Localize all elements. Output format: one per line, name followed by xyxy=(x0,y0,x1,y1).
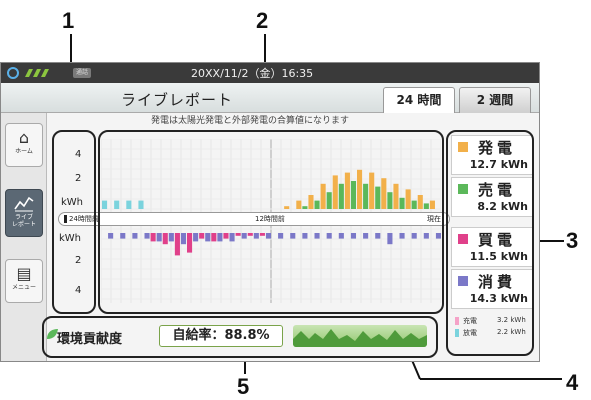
page-title: ライブレポート xyxy=(121,91,234,109)
chart-note: 発電は太陽光発電と外部発電の合算値になります xyxy=(151,116,350,126)
signal-icon xyxy=(7,67,49,79)
sidebar: ⌂ ホーム ライブ レポート ▤ メニュー xyxy=(1,113,47,361)
line-chart-icon xyxy=(6,194,42,214)
sidebar-item-label: ライブ レポート xyxy=(11,214,36,228)
home-icon: ⌂ xyxy=(18,128,30,147)
status-chip: 通話 xyxy=(73,68,91,78)
callout-ring-5 xyxy=(42,316,438,358)
status-bar: 通話 20XX/11/2（金）16:35 xyxy=(1,63,539,83)
sidebar-item-label: ホーム xyxy=(15,148,33,155)
callout-ring-3 xyxy=(446,130,534,356)
callout-ring-2 xyxy=(98,130,444,314)
status-datetime: 20XX/11/2（金）16:35 xyxy=(191,67,314,80)
sidebar-item-menu[interactable]: ▤ メニュー xyxy=(5,259,43,303)
tab-24-hours[interactable]: 24 時間 xyxy=(383,87,455,113)
callout-5: 5 xyxy=(237,374,250,399)
callout-ring-1 xyxy=(52,130,96,314)
callout-2: 2 xyxy=(256,8,269,33)
sidebar-item-live-report[interactable]: ライブ レポート xyxy=(5,189,43,237)
title-bar: ライブレポート 24 時間 2 週間 xyxy=(1,83,539,113)
menu-icon: ▤ xyxy=(16,264,32,283)
sidebar-item-home[interactable]: ⌂ ホーム xyxy=(5,123,43,167)
callout-1: 1 xyxy=(62,8,75,33)
tab-2-weeks[interactable]: 2 週間 xyxy=(459,87,531,113)
sidebar-item-label: メニュー xyxy=(11,284,36,291)
